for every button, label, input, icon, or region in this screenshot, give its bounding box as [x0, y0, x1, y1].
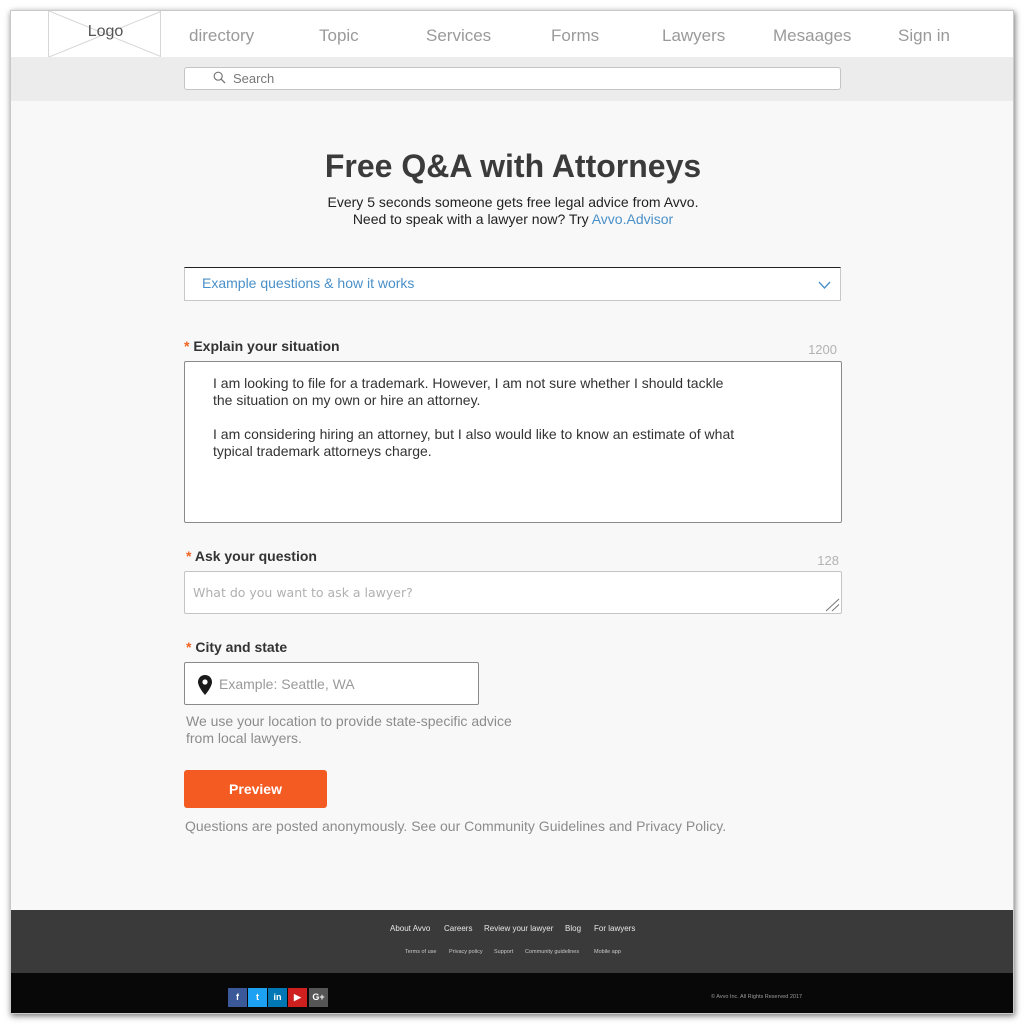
subtitle-line-2: Need to speak with a lawyer now? Try Avv… [11, 211, 1013, 227]
required-marker: * [186, 639, 192, 655]
footer-sublink-terms[interactable]: Terms of use [405, 949, 436, 955]
situation-label-text: Explain your situation [193, 338, 340, 354]
avvo-advisor-link[interactable]: Avvo.Advisor [592, 211, 673, 227]
nav-lawyers[interactable]: Lawyers [662, 26, 725, 46]
subtitle-line-2-text: Need to speak with a lawyer now? Try [352, 211, 592, 227]
nav-topic[interactable]: Topic [319, 26, 359, 46]
question-label: * Ask your question [186, 548, 317, 564]
examples-accordion[interactable]: Example questions & how it works [184, 267, 841, 301]
location-help-text: We use your location to provide state-sp… [186, 713, 526, 747]
required-marker: * [184, 338, 190, 354]
footer: About Avvo Careers Review your lawyer Bl… [11, 910, 1013, 973]
preview-button[interactable]: Preview [184, 770, 327, 808]
resize-handle-icon[interactable] [824, 598, 840, 612]
subtitle-line-1: Every 5 seconds someone gets free legal … [327, 194, 699, 210]
chevron-down-icon [818, 281, 831, 289]
city-label: * City and state [186, 639, 287, 655]
location-pin-icon [198, 675, 212, 695]
footer-link-blog[interactable]: Blog [565, 924, 581, 933]
linkedin-icon[interactable]: in [268, 988, 287, 1007]
nav-sign-in[interactable]: Sign in [898, 26, 950, 46]
situation-char-count: 1200 [808, 342, 837, 357]
nav-messages[interactable]: Mesaages [773, 26, 851, 46]
browser-frame: Logo directory Topic Services Forms Lawy… [10, 10, 1014, 1014]
nav-services[interactable]: Services [426, 26, 491, 46]
copyright: © Avvo Inc. All Rights Reserved 2017 [711, 994, 803, 1000]
footer-link-careers[interactable]: Careers [444, 924, 472, 933]
footer-link-for-lawyers[interactable]: For lawyers [594, 924, 635, 933]
logo[interactable]: Logo [48, 11, 161, 57]
footer-link-review[interactable]: Review your lawyer [484, 924, 553, 933]
twitter-icon[interactable]: t [248, 988, 267, 1007]
youtube-icon[interactable]: ▶ [288, 988, 307, 1007]
city-input[interactable] [219, 663, 469, 704]
footer-sublink-mobile-app[interactable]: Mobile app [594, 949, 621, 955]
situation-paragraph-2: I am considering hiring an attorney, but… [213, 426, 735, 459]
question-field[interactable] [184, 571, 842, 614]
search-input[interactable] [233, 69, 823, 88]
google-plus-icon[interactable]: G+ [309, 988, 328, 1007]
situation-label: * Explain your situation [184, 338, 340, 354]
anonymous-disclaimer: Questions are posted anonymously. See ou… [185, 818, 727, 834]
bottom-bar: f t in ▶ G+ © Avvo Inc. All Rights Reser… [11, 973, 1013, 1013]
footer-sublink-privacy[interactable]: Privacy policy [449, 949, 483, 955]
location-help-line-2: from local lawyers. [186, 730, 302, 746]
search-box[interactable] [184, 67, 841, 90]
search-icon [213, 71, 226, 84]
nav-forms[interactable]: Forms [551, 26, 599, 46]
top-nav: Logo directory Topic Services Forms Lawy… [11, 11, 1013, 57]
question-char-count: 128 [817, 553, 839, 568]
footer-sublink-support[interactable]: Support [494, 949, 513, 955]
accordion-label: Example questions & how it works [202, 275, 415, 291]
question-input[interactable] [193, 572, 813, 613]
city-label-text: City and state [195, 639, 288, 655]
situation-paragraph-1: I am looking to file for a trademark. Ho… [213, 375, 724, 408]
logo-text: Logo [87, 23, 124, 40]
facebook-icon[interactable]: f [228, 988, 247, 1007]
location-help-line-1: We use your location to provide state-sp… [186, 713, 512, 729]
footer-link-about[interactable]: About Avvo [390, 924, 430, 933]
search-band [11, 57, 1013, 101]
page-title: Free Q&A with Attorneys [324, 148, 702, 184]
situation-textarea[interactable]: I am looking to file for a trademark. Ho… [184, 361, 842, 523]
question-label-text: Ask your question [194, 548, 317, 564]
city-field[interactable] [184, 662, 479, 705]
footer-sublink-community[interactable]: Community guidelines [525, 949, 579, 955]
required-marker: * [186, 548, 192, 564]
nav-directory[interactable]: directory [189, 26, 254, 46]
